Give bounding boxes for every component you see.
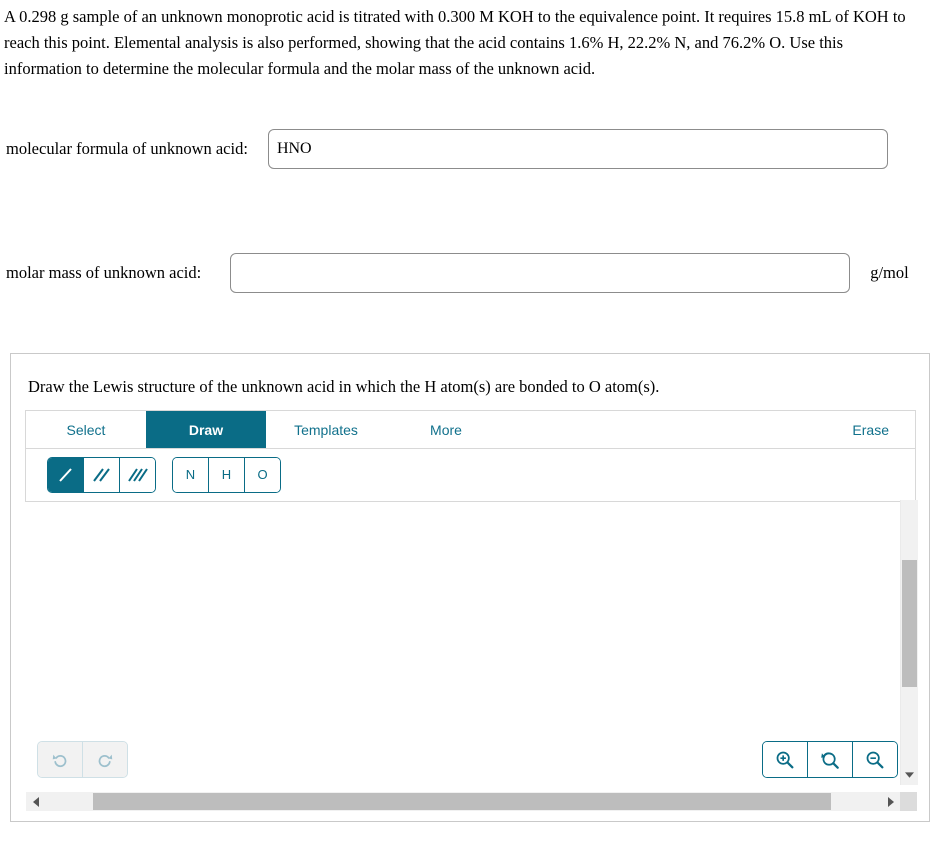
redo-icon bbox=[98, 754, 113, 767]
molar-mass-label: molar mass of unknown acid: bbox=[6, 263, 202, 282]
single-bond-icon bbox=[58, 467, 72, 482]
triple-bond-icon bbox=[127, 467, 148, 482]
zoom-button-group bbox=[762, 741, 898, 778]
erase-button[interactable]: Erase bbox=[838, 411, 915, 448]
zoom-in-button[interactable] bbox=[763, 742, 808, 777]
redo-button[interactable] bbox=[83, 742, 127, 777]
molecular-formula-row: molecular formula of unknown acid: bbox=[0, 129, 952, 169]
tab-templates[interactable]: Templates bbox=[266, 411, 386, 448]
sketcher-tabbar: Select Draw Templates More Erase bbox=[25, 410, 916, 449]
scroll-down-arrow-icon[interactable] bbox=[901, 767, 918, 783]
double-bond-button[interactable] bbox=[84, 457, 120, 492]
tab-draw[interactable]: Draw bbox=[146, 411, 266, 448]
chevron-right-icon bbox=[887, 796, 894, 807]
molecular-formula-input[interactable] bbox=[267, 129, 888, 169]
tab-more[interactable]: More bbox=[386, 411, 506, 448]
tabbar-spacer bbox=[506, 411, 839, 448]
vertical-scrollbar-thumb[interactable] bbox=[902, 560, 917, 687]
single-bond-button[interactable] bbox=[48, 457, 84, 492]
molar-mass-unit-label: g/mol bbox=[870, 263, 909, 282]
atom-button-h[interactable]: H bbox=[209, 457, 245, 492]
undo-button[interactable] bbox=[38, 742, 83, 777]
history-button-group bbox=[37, 741, 128, 778]
atom-button-o[interactable]: O bbox=[245, 457, 280, 492]
molar-mass-row: molar mass of unknown acid: g/mol bbox=[0, 253, 952, 293]
sketcher-toolbar: Select Draw Templates More Erase N H O bbox=[25, 410, 916, 502]
scrollbar-corner bbox=[900, 792, 917, 811]
chevron-left-icon bbox=[32, 796, 39, 807]
triple-bond-button[interactable] bbox=[120, 457, 155, 492]
zoom-out-button[interactable] bbox=[853, 742, 897, 777]
bond-tool-group bbox=[47, 456, 156, 493]
zoom-out-icon bbox=[866, 751, 884, 768]
undo-icon bbox=[52, 754, 67, 767]
canvas-horizontal-scrollbar[interactable] bbox=[26, 792, 900, 811]
molar-mass-input[interactable] bbox=[230, 253, 851, 293]
molecular-formula-label: molecular formula of unknown acid: bbox=[6, 139, 248, 158]
zoom-in-icon bbox=[776, 751, 794, 768]
horizontal-scrollbar-thumb[interactable] bbox=[93, 793, 831, 810]
draw-tool-row: N H O bbox=[25, 448, 916, 502]
double-bond-icon bbox=[92, 467, 110, 482]
chevron-down-icon bbox=[905, 771, 914, 778]
atom-label-n: N bbox=[185, 467, 196, 482]
scroll-left-arrow-icon[interactable] bbox=[29, 792, 43, 811]
drawing-canvas[interactable] bbox=[25, 503, 896, 777]
atom-label-h: H bbox=[221, 467, 232, 482]
tab-select[interactable]: Select bbox=[26, 411, 146, 448]
scroll-right-arrow-icon[interactable] bbox=[883, 792, 897, 811]
sketcher-instruction: Draw the Lewis structure of the unknown … bbox=[28, 377, 660, 396]
atom-tool-group: N H O bbox=[172, 456, 281, 493]
canvas-vertical-scrollbar[interactable] bbox=[900, 500, 918, 785]
question-prompt: A 0.298 g sample of an unknown monoproti… bbox=[4, 7, 906, 78]
atom-button-n[interactable]: N bbox=[173, 457, 209, 492]
atom-label-o: O bbox=[257, 467, 268, 482]
zoom-reset-icon bbox=[821, 751, 839, 769]
zoom-reset-button[interactable] bbox=[808, 742, 853, 777]
